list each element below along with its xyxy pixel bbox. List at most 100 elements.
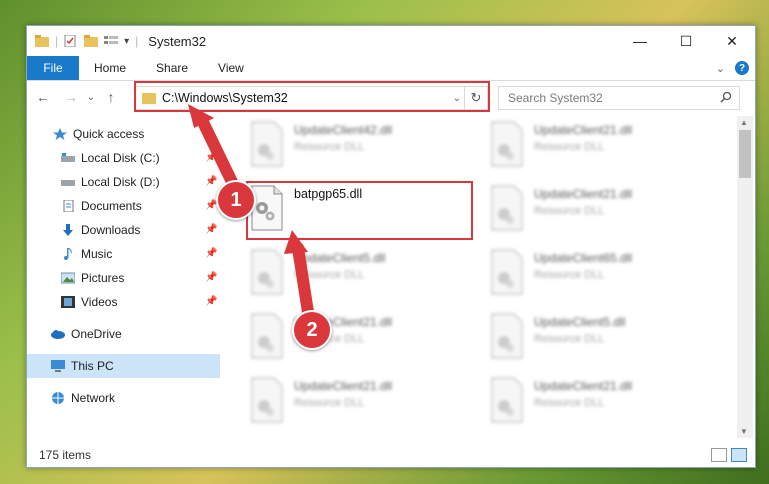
videos-icon [61,296,75,308]
file-item[interactable]: UpdateClient42.dll Resource DLL [248,120,392,168]
status-bar: 175 items [27,443,755,467]
sidebar-item-pictures[interactable]: Pictures [61,268,124,288]
dll-file-icon [491,249,523,295]
file-type: Resource DLL [534,269,605,281]
sidebar-item-label: Quick access [73,127,145,141]
file-type: Resource DLL [534,141,605,153]
address-highlight-box [134,81,490,112]
large-icons-view-icon[interactable] [731,448,747,462]
pin-icon[interactable]: 📌 [205,296,217,307]
file-item[interactable]: UpdateClient21.dll Resource DLL [488,184,632,232]
recent-locations-button[interactable]: ⌄ [81,92,101,103]
star-icon [53,128,67,140]
vertical-scrollbar[interactable]: ▲ ▼ [737,116,753,438]
sidebar-item-label: Documents [81,199,142,213]
file-item[interactable]: UpdateClient21.dll Resource DLL [488,376,632,424]
sidebar-item-label: Videos [81,295,118,309]
dll-file-icon [251,377,283,423]
file-type: Resource DLL [294,397,365,409]
file-name: UpdateClient21.dll [534,379,633,393]
dll-file-icon [491,377,523,423]
folder-icon[interactable] [35,35,49,47]
search-icon[interactable] [720,91,732,103]
tab-file[interactable]: File [27,56,79,80]
file-item[interactable]: UpdateClient5.dll Resource DLL [248,248,385,296]
tab-share[interactable]: Share [141,56,203,80]
window-controls: — ☐ ✕ [617,26,755,56]
sidebar-item-label: OneDrive [71,327,122,341]
ribbon-tabs: File Home Share View ⌄ ? [27,56,755,81]
file-name: UpdateClient21.dll [294,379,393,393]
sidebar-item-documents[interactable]: Documents [61,196,142,216]
tab-view[interactable]: View [203,56,259,80]
search-input[interactable]: Search System32 [508,91,603,105]
up-button[interactable]: ↑ [101,89,121,105]
drive-icon [61,180,75,186]
file-name: UpdateClient21.dll [534,123,633,137]
scroll-up-icon[interactable]: ▲ [740,118,748,127]
back-button[interactable]: ← [33,89,53,105]
dll-file-icon [491,313,523,359]
sidebar-item-downloads[interactable]: Downloads [61,220,140,240]
sidebar-item-local-disk-d[interactable]: Local Disk (D:) [61,172,160,192]
documents-icon [63,200,74,212]
expand-ribbon-icon[interactable]: ⌄ [716,62,725,75]
file-name: UpdateClient5.dll [534,315,626,329]
dll-file-icon [491,121,523,167]
pin-icon[interactable]: 📌 [205,152,217,163]
file-type: Resource DLL [294,269,365,281]
pin-icon[interactable]: 📌 [205,224,217,235]
sidebar-item-label: Network [71,391,116,405]
sidebar-item-music[interactable]: Music [61,244,112,264]
toolbar-separator: | [55,34,59,48]
view-options-icon[interactable] [104,35,119,47]
scroll-down-icon[interactable]: ▼ [740,427,748,436]
close-button[interactable]: ✕ [709,26,755,56]
sidebar-item-this-pc[interactable]: This PC [27,354,220,378]
pin-icon[interactable]: 📌 [205,176,217,187]
new-folder-icon[interactable] [84,35,99,47]
file-name: UpdateClient42.dll [294,123,393,137]
file-type: Resource DLL [534,333,605,345]
drive-icon [61,153,75,162]
sidebar-item-videos[interactable]: Videos [61,292,117,312]
file-highlight-box [246,181,473,240]
sidebar-item-label: Pictures [81,271,125,285]
dll-file-icon [251,249,283,295]
file-type: Resource DLL [534,397,605,409]
download-icon [63,224,73,236]
forward-button[interactable]: → [61,89,81,105]
maximize-button[interactable]: ☐ [663,26,709,56]
minimize-button[interactable]: — [617,26,663,56]
sidebar-item-local-disk-c[interactable]: Local Disk (C:) [61,148,160,168]
music-icon [64,248,72,260]
sidebar-item-label: Music [81,247,113,261]
sidebar-item-label: Downloads [81,223,141,237]
file-item[interactable]: UpdateClient5.dll Resource DLL [488,312,625,360]
dll-file-icon [251,121,283,167]
file-item[interactable]: UpdateClient21.dll Resource DLL [488,120,632,168]
pictures-icon [61,272,75,284]
step-2-badge: 2 [292,310,332,350]
explorer-window: | ▾ | System32 — ☐ ✕ File Home Share Vie… [26,25,756,468]
file-item[interactable]: UpdateClient65.dll Resource DLL [488,248,632,296]
dll-file-icon [251,313,283,359]
customize-toolbar-icon[interactable]: ▾ [124,36,129,47]
file-type: Resource DLL [294,141,365,153]
scrollbar-thumb[interactable] [739,130,751,178]
help-icon[interactable]: ? [735,61,749,75]
details-view-icon[interactable] [711,448,727,462]
step-1-badge: 1 [216,180,256,220]
properties-icon[interactable] [64,35,78,47]
sidebar-item-onedrive[interactable]: OneDrive [51,324,122,344]
item-count: 175 items [39,448,92,462]
sidebar-item-network[interactable]: Network [51,388,115,408]
pin-icon[interactable]: 📌 [205,248,217,259]
file-item[interactable]: UpdateClient21.dll Resource DLL [248,376,392,424]
toolbar-separator: | [135,34,139,48]
tab-home[interactable]: Home [79,56,141,80]
sidebar-item-quick-access[interactable]: Quick access [53,124,144,144]
pin-icon[interactable]: 📌 [205,272,217,283]
search-box[interactable]: Search System32 [498,86,740,110]
file-list: UpdateClient42.dll Resource DLL UpdateCli… [220,116,737,438]
